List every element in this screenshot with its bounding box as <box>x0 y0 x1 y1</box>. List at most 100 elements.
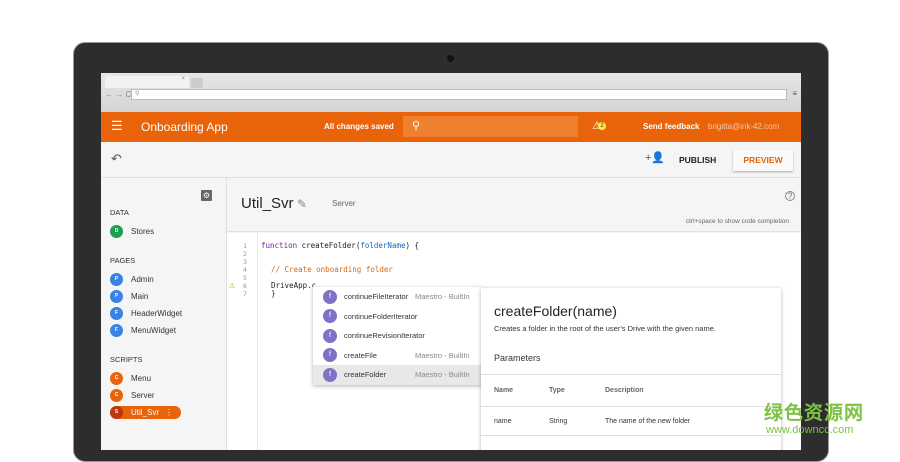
sidebar-item-admin[interactable]: P Admin <box>110 273 154 286</box>
sidebar-item-label: Util_Svr <box>131 408 160 417</box>
code-comment: // Create onboarding folder <box>271 265 393 274</box>
parameters-title: Parameters <box>494 353 541 363</box>
line-number: 1 <box>243 242 247 250</box>
code-line-6: DriveApp.c <box>271 281 317 290</box>
nav-buttons[interactable]: ← → C <box>105 90 131 99</box>
line-number: 2 <box>243 250 247 258</box>
function-icon: f <box>323 309 337 324</box>
browser-menu-icon[interactable]: ≡ <box>792 89 797 98</box>
avatar: D <box>110 225 123 238</box>
autocomplete-item[interactable]: f continueFileIterator Maestro - BuiltIn <box>313 287 483 307</box>
avatar: F <box>110 324 123 337</box>
item-name: continueRevisionIterator <box>344 331 425 341</box>
section-title: DATA <box>110 208 129 217</box>
header-name: Name <box>494 387 514 394</box>
user-account[interactable]: brigitta@ink-42.com <box>708 122 779 131</box>
more-options-icon[interactable]: ⋮ <box>165 408 173 417</box>
browser-tab[interactable]: × <box>105 76 189 88</box>
section-title: PAGES <box>110 256 136 265</box>
param-name: name <box>494 418 512 425</box>
sidebar-item-label: Admin <box>131 275 154 284</box>
search-input[interactable]: ⚲ <box>403 116 578 137</box>
settings-icon[interactable]: ⚙ <box>201 190 212 201</box>
avatar: S <box>110 406 123 419</box>
avatar: F <box>110 307 123 320</box>
file-type: Server <box>332 199 356 208</box>
param: folderName <box>360 241 406 250</box>
item-source: Maestro - BuiltIn <box>415 350 470 360</box>
save-status: All changes saved <box>324 122 394 131</box>
code-completion-hint: ctrl+space to show code completion <box>685 218 789 225</box>
item-name: createFile <box>344 350 377 360</box>
gutter: ⚠ 1234567 <box>227 233 258 450</box>
app-bar: ☰ Onboarding App All changes saved ⚲ ⚠ 2… <box>101 112 801 142</box>
item-name: continueFolderIterator <box>344 311 418 321</box>
add-user-icon[interactable]: +👤 <box>645 151 665 164</box>
edit-pencil-icon[interactable]: ✎ <box>297 197 307 211</box>
address-bar[interactable]: ⚲ <box>131 89 787 100</box>
publish-button[interactable]: PUBLISH <box>679 155 716 165</box>
function-name: createFolder( <box>297 241 361 250</box>
avatar: C <box>110 372 123 385</box>
preview-button[interactable]: PREVIEW <box>733 150 793 171</box>
avatar: P <box>110 290 123 303</box>
function-icon: f <box>323 289 337 304</box>
item-source: Maestro - BuiltIn <box>415 292 470 302</box>
doc-description: Creates a folder in the root of the user… <box>494 324 716 333</box>
sidebar-item-main[interactable]: P Main <box>110 290 148 303</box>
function-icon: f <box>323 348 337 363</box>
code-line-1: function createFolder(folderName) { <box>261 241 419 250</box>
sidebar-item-menuwidget[interactable]: F MenuWidget <box>110 324 176 337</box>
app-title: Onboarding App <box>141 120 228 134</box>
new-tab-button[interactable] <box>191 78 203 88</box>
documentation-panel: createFolder(name) Creates a folder in t… <box>481 288 781 450</box>
item-name: createFolder <box>344 370 387 380</box>
hamburger-menu-icon[interactable]: ☰ <box>111 118 123 134</box>
sidebar-item-util_svr[interactable]: S Util_Svr ⋮ <box>110 406 182 419</box>
sidebar-item-headerwidget[interactable]: F HeaderWidget <box>110 307 182 320</box>
function-icon: f <box>323 328 337 343</box>
sidebar-item-label: Main <box>131 292 149 301</box>
param-type: String <box>549 418 568 425</box>
header-description: Description <box>605 387 644 394</box>
divider <box>481 406 781 407</box>
avatar: P <box>110 273 123 286</box>
line-number: 3 <box>243 258 247 266</box>
help-icon[interactable]: ? <box>785 191 795 201</box>
camera <box>447 55 454 62</box>
tab-close-icon[interactable]: × <box>181 76 185 82</box>
undo-icon[interactable]: ↶ <box>111 151 122 167</box>
sidebar-item-label: Menu <box>131 374 152 383</box>
autocomplete-item[interactable]: f createFile Maestro - BuiltIn <box>313 346 483 366</box>
watermark: 绿色资源网 <box>764 403 865 424</box>
line-number: 4 <box>243 266 247 274</box>
keyword: function <box>261 241 298 250</box>
sidebar-item-stores[interactable]: D Stores <box>110 225 154 238</box>
sidebar-item-server[interactable]: C Server <box>110 389 155 402</box>
warning-icon[interactable]: ⚠ <box>229 282 235 290</box>
sidebar-item-label: Server <box>131 391 155 400</box>
divider <box>481 435 781 436</box>
sidebar-item-label: Stores <box>131 227 155 236</box>
sidebar-item-menu[interactable]: C Menu <box>110 372 151 385</box>
sidebar-item-label: MenuWidget <box>131 326 176 335</box>
autocomplete-popup: f continueFileIterator Maestro - BuiltIn f c… <box>313 287 483 385</box>
line-number: 6 <box>243 282 247 290</box>
header-type: Type <box>549 387 565 394</box>
autocomplete-item[interactable]: f continueRevisionIterator <box>313 326 483 346</box>
autocomplete-item[interactable]: f createFolder Maestro - BuiltIn <box>313 365 483 385</box>
avatar: C <box>110 389 123 402</box>
sidebar-item-label: HeaderWidget <box>131 309 183 318</box>
divider <box>481 374 781 375</box>
function-icon: f <box>323 367 337 382</box>
send-feedback-link[interactable]: Send feedback <box>643 122 699 131</box>
sidebar: ⚙ DATA D Stores PAGES P Admin P Main F HeaderWidg… <box>101 178 227 450</box>
item-name: continueFileIterator <box>344 292 409 302</box>
search-icon: ⚲ <box>135 91 140 97</box>
line-number: 5 <box>243 274 247 282</box>
browser-chrome: × ← → C ⚲ ≡ <box>101 73 801 112</box>
section-title: SCRIPTS <box>110 355 143 364</box>
code-line-7: } <box>271 289 276 298</box>
doc-title: createFolder(name) <box>494 303 617 319</box>
autocomplete-item[interactable]: f continueFolderIterator <box>313 307 483 327</box>
